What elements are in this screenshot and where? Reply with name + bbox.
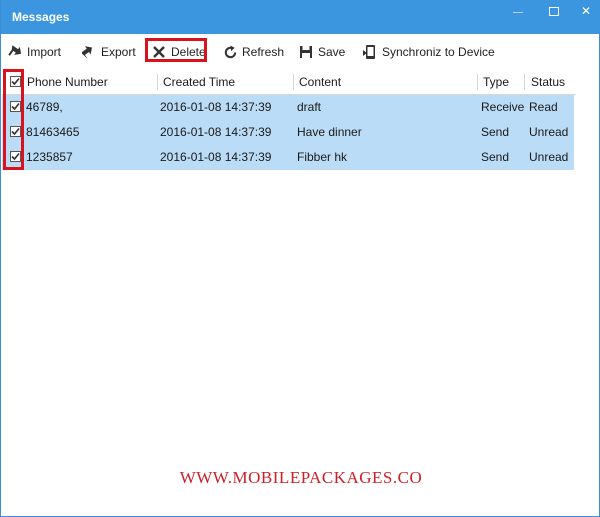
export-icon — [81, 44, 97, 60]
close-button[interactable]: ✕ — [572, 2, 600, 20]
import-button[interactable]: Import — [7, 40, 61, 64]
cell-content: Have dinner — [297, 125, 362, 139]
column-header-phone-number[interactable]: Phone Number — [27, 70, 108, 94]
column-separator — [524, 74, 525, 90]
column-header-status[interactable]: Status — [531, 70, 565, 94]
table-row[interactable]: 81463465 2016-01-08 14:37:39 Have dinner… — [2, 120, 574, 145]
cell-status: Unread — [529, 125, 569, 139]
table-row[interactable]: 1235857 2016-01-08 14:37:39 Fibber hk Se… — [2, 145, 574, 170]
refresh-button[interactable]: Refresh — [222, 40, 284, 64]
toolbar: Import Export Delete Refresh Save Synchr… — [1, 38, 600, 66]
column-header-content[interactable]: Content — [299, 70, 341, 94]
sync-label: Synchroniz to Device — [382, 45, 495, 59]
maximize-icon — [549, 7, 559, 16]
save-icon — [298, 44, 314, 60]
cell-phone-number: 1235857 — [26, 150, 73, 164]
sync-device-icon — [362, 44, 378, 60]
cell-type: Receive — [481, 100, 525, 114]
cell-phone-number: 46789, — [26, 100, 63, 114]
title-bar[interactable]: Messages ✕ — [1, 0, 600, 34]
cell-phone-number: 81463465 — [26, 125, 80, 139]
watermark-text: WWW.MOBILEPACKAGES.CO — [179, 468, 423, 487]
close-icon: ✕ — [580, 4, 592, 18]
minimize-button[interactable] — [504, 2, 532, 20]
cell-status: Unread — [529, 150, 569, 164]
import-icon — [7, 44, 23, 60]
table-row[interactable]: 46789, 2016-01-08 14:37:39 draft Receive… — [2, 95, 574, 120]
import-label: Import — [27, 45, 62, 59]
table-header: Phone Number Created Time Content Type S… — [2, 70, 576, 95]
sync-to-device-button[interactable]: Synchroniz to Device — [362, 40, 495, 64]
export-button[interactable]: Export — [81, 40, 136, 64]
column-header-type[interactable]: Type — [483, 70, 509, 94]
export-label: Export — [101, 45, 136, 59]
delete-highlight-box — [145, 38, 207, 62]
cell-created-time: 2016-01-08 14:37:39 — [160, 125, 272, 139]
cell-content: Fibber hk — [297, 150, 348, 164]
cell-type: Send — [481, 150, 510, 164]
window-title: Messages — [12, 10, 70, 24]
cell-created-time: 2016-01-08 14:37:39 — [160, 100, 272, 114]
cell-status: Read — [529, 100, 558, 114]
column-separator — [293, 74, 294, 90]
save-button[interactable]: Save — [298, 40, 345, 64]
cell-content: draft — [297, 100, 322, 114]
column-separator — [477, 74, 478, 90]
cell-type: Send — [481, 125, 510, 139]
checkbox-highlight-box — [3, 69, 24, 170]
save-label: Save — [318, 45, 346, 59]
column-separator — [157, 74, 158, 90]
refresh-label: Refresh — [242, 45, 285, 59]
minimize-icon — [513, 12, 523, 13]
column-header-created-time[interactable]: Created Time — [163, 70, 235, 94]
refresh-icon — [222, 44, 238, 60]
maximize-button[interactable] — [540, 2, 568, 20]
cell-created-time: 2016-01-08 14:37:39 — [160, 150, 272, 164]
messages-window: Messages ✕ Import Export Delete Refresh … — [0, 0, 600, 517]
